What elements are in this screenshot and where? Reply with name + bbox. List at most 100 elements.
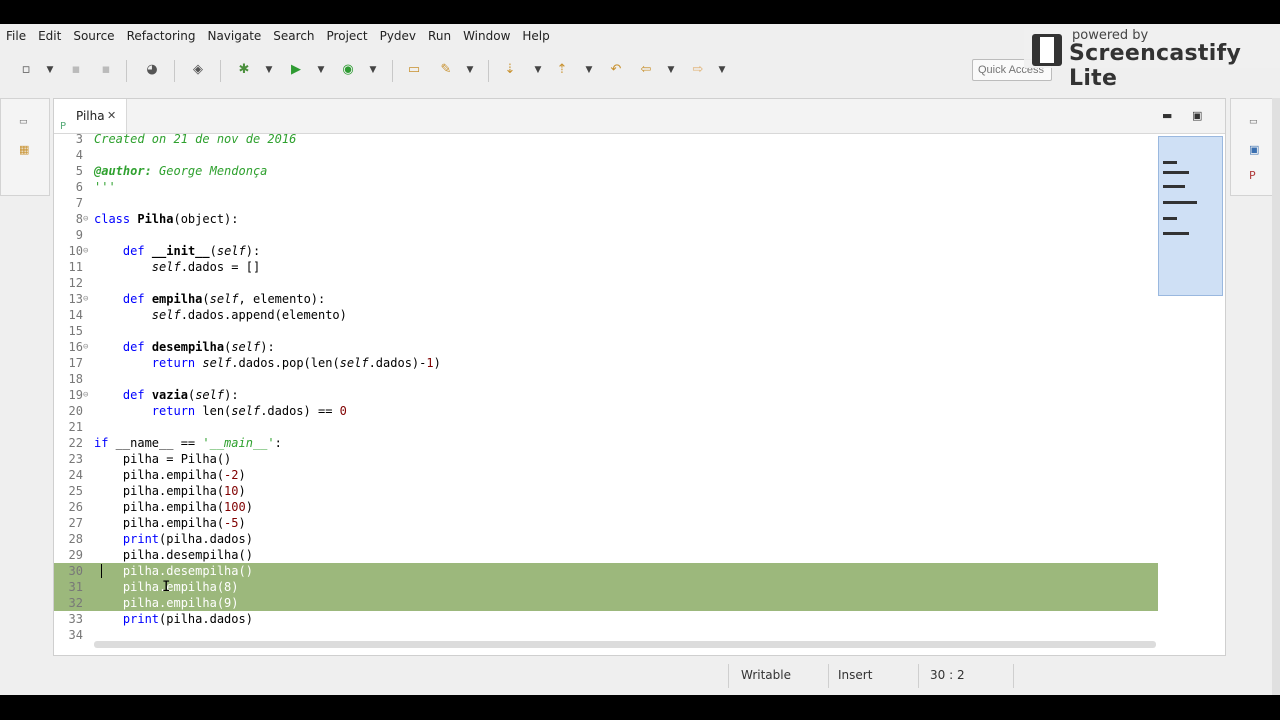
fold-toggle-icon[interactable]: ⊖ xyxy=(83,243,93,259)
horizontal-scrollbar[interactable] xyxy=(94,641,1156,648)
menu-pydev[interactable]: Pydev xyxy=(374,24,422,48)
back-icon[interactable]: ⇦ xyxy=(638,62,654,78)
new-icon[interactable]: ▫ xyxy=(18,62,34,78)
line-number: 14 xyxy=(68,308,83,322)
code-line[interactable]: 18 xyxy=(54,371,1158,387)
code-line[interactable]: 23 pilha = Pilha() xyxy=(54,451,1158,467)
menu-refactoring[interactable]: Refactoring xyxy=(121,24,202,48)
code-line[interactable]: 29 pilha.desempilha() xyxy=(54,547,1158,563)
chevron-down-icon[interactable]: ▼ xyxy=(534,62,542,78)
menu-window[interactable]: Window xyxy=(457,24,516,48)
code-overview-ruler[interactable] xyxy=(1158,136,1223,296)
menu-search[interactable]: Search xyxy=(267,24,320,48)
menu-edit[interactable]: Edit xyxy=(32,24,67,48)
fold-toggle-icon[interactable]: ⊖ xyxy=(83,387,93,403)
line-text: pilha.empilha(10) xyxy=(94,484,246,498)
menu-help[interactable]: Help xyxy=(516,24,555,48)
search-tool-icon[interactable]: ✎ xyxy=(438,62,454,78)
menu-run[interactable]: Run xyxy=(422,24,457,48)
line-text: print(pilha.dados) xyxy=(122,612,253,626)
line-text: @author: George Mendonça xyxy=(94,164,268,178)
menu-navigate[interactable]: Navigate xyxy=(201,24,267,48)
code-line[interactable]: 7 xyxy=(54,195,1158,211)
code-line[interactable]: 13 ⊖ def empilha(self, elemento): xyxy=(54,291,1158,307)
screencastify-watermark: powered by Screencastify Lite xyxy=(1024,28,1280,91)
code-line[interactable]: 15 xyxy=(54,323,1158,339)
line-text: pilha = Pilha() xyxy=(94,452,232,466)
code-line[interactable]: 31 pilha.empilha(8) I xyxy=(54,579,1158,595)
console-icon[interactable]: ▣ xyxy=(1249,143,1259,156)
run-icon[interactable]: ▶ xyxy=(288,62,304,78)
close-icon[interactable]: ✕ xyxy=(107,99,116,133)
code-line[interactable]: 33 print(pilha.dados) xyxy=(54,611,1158,627)
forward-icon[interactable]: ⇨ xyxy=(690,62,706,78)
code-line[interactable]: 5 @author: George Mendonça xyxy=(54,163,1158,179)
chevron-down-icon[interactable]: ▼ xyxy=(466,62,474,78)
code-line[interactable]: 28 print(pilha.dados) xyxy=(54,531,1158,547)
code-line[interactable]: 10 ⊖ def __init__(self): xyxy=(54,243,1158,259)
chevron-down-icon[interactable]: ▼ xyxy=(585,62,593,78)
restore-icon[interactable]: ▭ xyxy=(1249,117,1258,127)
next-annotation-icon[interactable]: ⇣ xyxy=(502,62,518,78)
fold-toggle-icon[interactable]: ⊖ xyxy=(83,291,93,307)
menu-source[interactable]: Source xyxy=(67,24,120,48)
fold-toggle-icon[interactable]: ⊖ xyxy=(83,211,93,227)
save-all-icon[interactable]: ▪ xyxy=(98,62,114,78)
code-line[interactable]: 4 xyxy=(54,147,1158,163)
code-line[interactable]: 17 return self.dados.pop(len(self.dados)… xyxy=(54,355,1158,371)
code-line[interactable]: 24 pilha.empilha(-2) xyxy=(54,467,1158,483)
open-folder-icon[interactable]: ▭ xyxy=(406,62,422,78)
line-number: 31 xyxy=(68,580,83,594)
code-line[interactable]: 32 pilha.empilha(9) xyxy=(54,595,1158,611)
code-line[interactable]: 26 pilha.empilha(100) xyxy=(54,499,1158,515)
tab-pilha[interactable]: P Pilha ✕ xyxy=(54,99,127,133)
screen-top-border xyxy=(0,0,1280,24)
debug-icon[interactable]: ✱ xyxy=(236,62,252,78)
line-text: ''' xyxy=(94,180,116,194)
code-line[interactable]: 22 if __name__ == '__main__': xyxy=(54,435,1158,451)
fold-toggle-icon[interactable]: ⊖ xyxy=(83,339,93,355)
chevron-down-icon[interactable]: ▼ xyxy=(667,62,675,78)
package-explorer-icon[interactable]: ▦ xyxy=(19,143,29,156)
minimize-icon[interactable]: ▬ xyxy=(1162,109,1172,122)
chevron-down-icon[interactable]: ▼ xyxy=(369,62,377,78)
line-number: 32 xyxy=(68,596,83,610)
code-line[interactable]: 11 self.dados = [] xyxy=(54,259,1158,275)
chevron-down-icon[interactable]: ▼ xyxy=(317,62,325,78)
screen-bottom-border xyxy=(0,695,1280,720)
chevron-down-icon[interactable]: ▼ xyxy=(718,62,726,78)
previous-annotation-icon[interactable]: ⇡ xyxy=(554,62,570,78)
line-number: 10 xyxy=(68,244,83,258)
line-text: if __name__ == '__main__': xyxy=(94,436,282,450)
code-line[interactable]: 9 xyxy=(54,227,1158,243)
open-perspective-icon[interactable]: ◈ xyxy=(190,62,206,78)
code-line[interactable]: 12 xyxy=(54,275,1158,291)
menu-file[interactable]: File xyxy=(0,24,32,48)
code-line[interactable]: 3 Created on 21 de nov de 2016 xyxy=(54,131,1158,147)
editor-tab-bar: P Pilha ✕ ▬ ▣ xyxy=(54,99,1225,134)
code-line[interactable]: 8 ⊖ class Pilha(object): xyxy=(54,211,1158,227)
code-line[interactable]: 20 return len(self.dados) == 0 xyxy=(54,403,1158,419)
code-line[interactable]: 21 xyxy=(54,419,1158,435)
coverage-icon[interactable]: ◉ xyxy=(340,62,356,78)
menu-project[interactable]: Project xyxy=(321,24,374,48)
chevron-down-icon[interactable]: ▼ xyxy=(46,62,54,78)
code-line[interactable]: 19 ⊖ def vazia(self): xyxy=(54,387,1158,403)
code-editor[interactable]: 3 Created on 21 de nov de 2016 4 5 @author: … xyxy=(54,131,1158,643)
pyunit-icon[interactable]: P xyxy=(1249,169,1256,182)
code-line[interactable]: 14 self.dados.append(elemento) xyxy=(54,307,1158,323)
save-icon[interactable]: ▪ xyxy=(68,62,84,78)
code-line[interactable]: 6 ''' xyxy=(54,179,1158,195)
code-line[interactable]: 25 pilha.empilha(10) xyxy=(54,483,1158,499)
python-console-icon[interactable]: ◕ xyxy=(144,62,160,78)
maximize-icon[interactable]: ▣ xyxy=(1192,109,1202,122)
last-edit-icon[interactable]: ↶ xyxy=(608,62,624,78)
restore-icon[interactable]: ▭ xyxy=(19,117,28,127)
code-line[interactable]: 27 pilha.empilha(-5) xyxy=(54,515,1158,531)
line-text: self.dados = [] xyxy=(151,260,261,274)
code-line[interactable]: 30 pilha.desempilha() xyxy=(54,563,1158,579)
line-number: 21 xyxy=(68,420,83,434)
line-text: Created on 21 de nov de 2016 xyxy=(94,132,297,146)
chevron-down-icon[interactable]: ▼ xyxy=(265,62,273,78)
code-line[interactable]: 16 ⊖ def desempilha(self): xyxy=(54,339,1158,355)
